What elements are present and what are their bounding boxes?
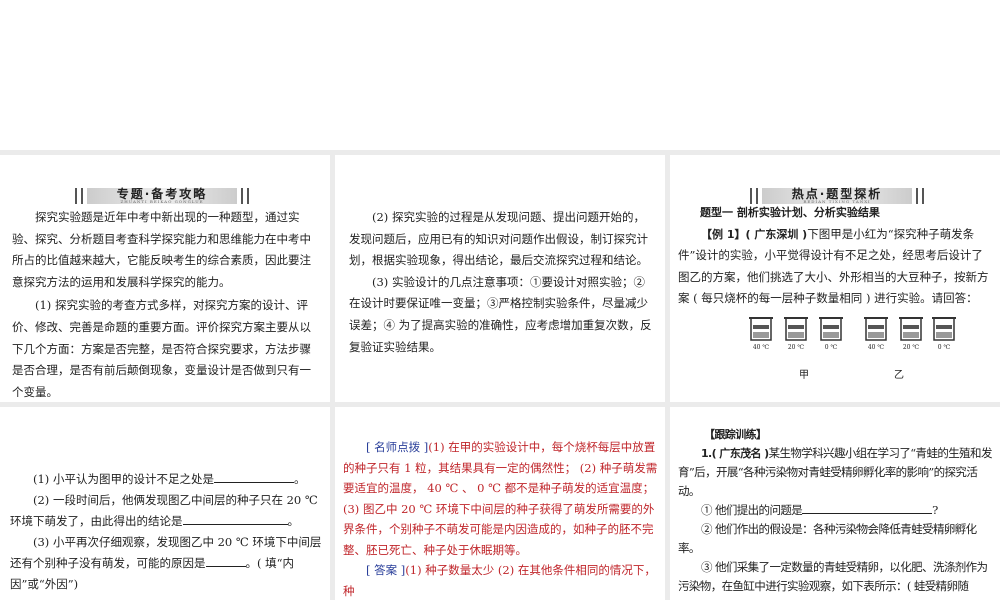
beaker-temperature: 20 ℃ <box>787 343 805 351</box>
slide-thumbnail-6[interactable]: 【跟踪训练】 1.( 广东茂名 )某生物学科兴趣小组在学习了“青蛙的生殖和发育”… <box>670 407 1000 600</box>
practice-heading: 【跟踪训练】 <box>704 428 767 441</box>
answer-label: [ 答案 ] <box>366 563 406 577</box>
beaker-figure: 40 ℃ 20 ℃ 0 ℃ 40 ℃ 20 ℃ 0 ℃ 甲 乙 <box>678 316 990 381</box>
beaker: 20 ℃ <box>898 316 924 351</box>
beaker: 0 ℃ <box>931 316 957 351</box>
beaker-icon <box>749 316 773 341</box>
question-1: (1) 小平认为图甲的设计不足之处是 <box>33 472 214 486</box>
punct: ? <box>932 503 938 517</box>
item-3: ③ 他们采集了一定数量的青蛙受精卵，以化肥、洗涤剂作为污染物，在鱼缸中进行实验观… <box>678 560 988 593</box>
example-source: ( 广东深圳 ) <box>745 227 808 241</box>
question-number: 1. <box>701 447 712 460</box>
answer-blank <box>182 512 288 525</box>
section-banner: 热点·题型探析 REDIAN TIXING TANXI <box>750 187 924 205</box>
slide-thumbnail-1[interactable]: 专题·备考攻略 ZHUANTI BEIKAO GONGLUE 探究实验题是近年中考… <box>0 155 330 402</box>
slide-thumbnail-4[interactable]: (1) 小平认为图甲的设计不足之处是。 (2) 一段时间后，他俩发现图乙中间层的… <box>0 407 330 600</box>
figure-label-yi: 乙 <box>894 369 904 381</box>
beaker-temperature: 0 ℃ <box>937 343 951 351</box>
beaker-temperature: 40 ℃ <box>752 343 770 351</box>
answer-blank <box>213 470 294 483</box>
banner-bars-right <box>916 188 924 204</box>
banner-subtitle: ZHUANTI BEIKAO GONGLUE <box>120 199 204 204</box>
beaker-temperature: 40 ℃ <box>867 343 885 351</box>
example-label: 【例 1】 <box>701 227 746 241</box>
banner-subtitle: REDIAN TIXING TANXI <box>803 199 871 204</box>
paragraph: (1) 探究实验的考查方式多样，对探究方案的设计、评价、修改、完善是命题的重要方… <box>12 298 311 399</box>
slide-thumbnail-3[interactable]: 热点·题型探析 REDIAN TIXING TANXI 题型一 剖析实验计划、分析… <box>670 155 1000 402</box>
answer-blank <box>802 501 933 514</box>
beaker: 40 ℃ <box>748 316 774 351</box>
item-2: ② 他们作出的假设是：各种污染物会降低青蛙受精卵孵化率。 <box>678 522 977 555</box>
beaker-icon <box>784 316 808 341</box>
beaker-icon <box>864 316 888 341</box>
paragraph: 探究实验题是近年中考中新出现的一种题型，通过实验、探究、分析题目考查科学探究能力… <box>12 210 311 289</box>
beaker: 20 ℃ <box>783 316 809 351</box>
banner-bars-right <box>241 188 249 204</box>
beaker-temperature: 0 ℃ <box>824 343 838 351</box>
beaker: 0 ℃ <box>818 316 844 351</box>
beaker: 40 ℃ <box>863 316 889 351</box>
paragraph: (2) 探究实验的过程是从发现问题、提出问题开始的，发现问题后，应用已有的知识对… <box>349 210 648 268</box>
section-banner: 专题·备考攻略 ZHUANTI BEIKAO GONGLUE <box>75 187 249 205</box>
beaker-temperature: 20 ℃ <box>902 343 920 351</box>
banner-bars-left <box>75 188 83 204</box>
tip-text: (1) 在甲的实验设计中，每个烧杯每层中放置的种子只有 1 粒，其结果具有一定的… <box>343 440 658 557</box>
beaker-icon <box>899 316 923 341</box>
question-type-heading: 题型一 剖析实验计划、分析实验结果 <box>700 206 880 219</box>
punct: 。 <box>287 514 300 528</box>
punct: 。 <box>293 472 306 486</box>
paragraph: (3) 实验设计的几点注意事项：①要设计对照实验；②在设计时要保证唯一变量；③严… <box>349 274 652 354</box>
beaker-icon <box>932 316 956 341</box>
banner-bars-left <box>750 188 758 204</box>
answer-blank <box>205 554 246 567</box>
beaker-icon <box>819 316 843 341</box>
item-1: ① 他们提出的问题是 <box>701 503 803 517</box>
slide-thumbnail-2[interactable]: (2) 探究实验的过程是从发现问题、提出问题开始的，发现问题后，应用已有的知识对… <box>335 155 665 402</box>
tip-label: [ 名师点拨 ] <box>366 440 429 454</box>
slide-thumbnail-5[interactable]: [ 名师点拨 ](1) 在甲的实验设计中，每个烧杯每层中放置的种子只有 1 粒，… <box>335 407 665 600</box>
figure-label-jia: 甲 <box>799 369 809 381</box>
question-source: ( 广东茂名 ) <box>711 447 770 460</box>
